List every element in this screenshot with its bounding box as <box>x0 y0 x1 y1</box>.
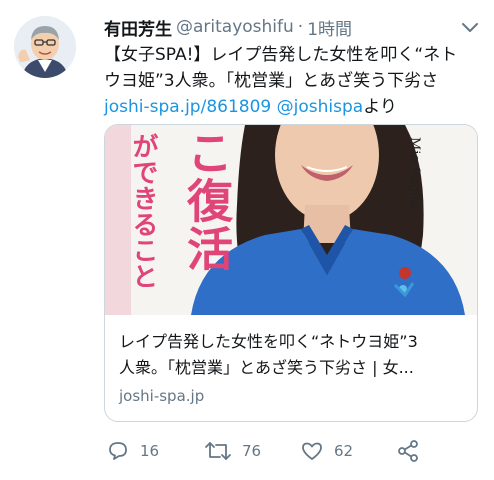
tweet-header: 有田芳生 @aritayoshifu · 1時間 <box>104 14 352 40</box>
card-image[interactable]: こ復活 こ復活 ができること Mio Sugita <box>105 125 477 315</box>
display-name[interactable]: 有田芳生 <box>104 15 172 40</box>
retweet-button[interactable]: 76 <box>204 436 261 466</box>
reply-count: 16 <box>140 442 160 460</box>
link-card[interactable]: こ復活 こ復活 ができること Mio Sugita レイプ告発した女性を叩く“ネ… <box>104 124 478 422</box>
image-person-name: Mio Sugita <box>407 137 422 210</box>
share-button[interactable] <box>396 436 420 466</box>
tweet-text: 【女子SPA!】レイプ告発した女性を叩く“ネト ウヨ姫”3人衆。「枕営業」とあざ… <box>104 42 484 120</box>
tweet[interactable]: 有田芳生 @aritayoshifu · 1時間 【女子SPA!】レイプ告発した… <box>0 0 494 480</box>
separator: · <box>297 17 304 37</box>
retweet-count: 76 <box>242 442 262 460</box>
tweet-text-line: ウヨ姫”3人衆。「枕営業」とあざ笑う下劣さ <box>104 71 439 91</box>
like-button[interactable]: 62 <box>300 436 353 466</box>
image-title-vertical: こ復活 <box>180 129 234 273</box>
mention-link[interactable]: @joshispa <box>277 97 364 117</box>
user-handle[interactable]: @aritayoshifu <box>176 17 294 37</box>
timestamp[interactable]: 1時間 <box>307 15 352 40</box>
card-title-line: 人衆。「枕営業」とあざ笑う下劣さ | 女... <box>119 358 414 377</box>
card-title[interactable]: レイプ告発した女性を叩く“ネトウヨ姫”3 人衆。「枕営業」とあざ笑う下劣さ | … <box>119 329 469 381</box>
share-icon <box>398 440 418 462</box>
tweet-actions: 16 76 62 <box>104 436 484 466</box>
reply-button[interactable]: 16 <box>106 436 159 466</box>
avatar[interactable] <box>14 16 76 78</box>
card-domain: joshi-spa.jp <box>119 387 205 405</box>
article-link[interactable]: joshi-spa.jp/861809 <box>104 97 271 117</box>
link-suffix: より <box>363 97 397 117</box>
like-count: 62 <box>334 442 354 460</box>
heart-icon <box>302 442 322 460</box>
card-title-line: レイプ告発した女性を叩く“ネトウヨ姫”3 <box>119 332 418 351</box>
chevron-down-icon[interactable] <box>460 20 480 34</box>
image-subtitle-vertical: ができること <box>128 133 158 289</box>
retweet-icon <box>205 442 231 460</box>
reply-icon <box>109 442 127 460</box>
tweet-text-line: 【女子SPA!】レイプ告発した女性を叩く“ネト <box>104 45 458 65</box>
